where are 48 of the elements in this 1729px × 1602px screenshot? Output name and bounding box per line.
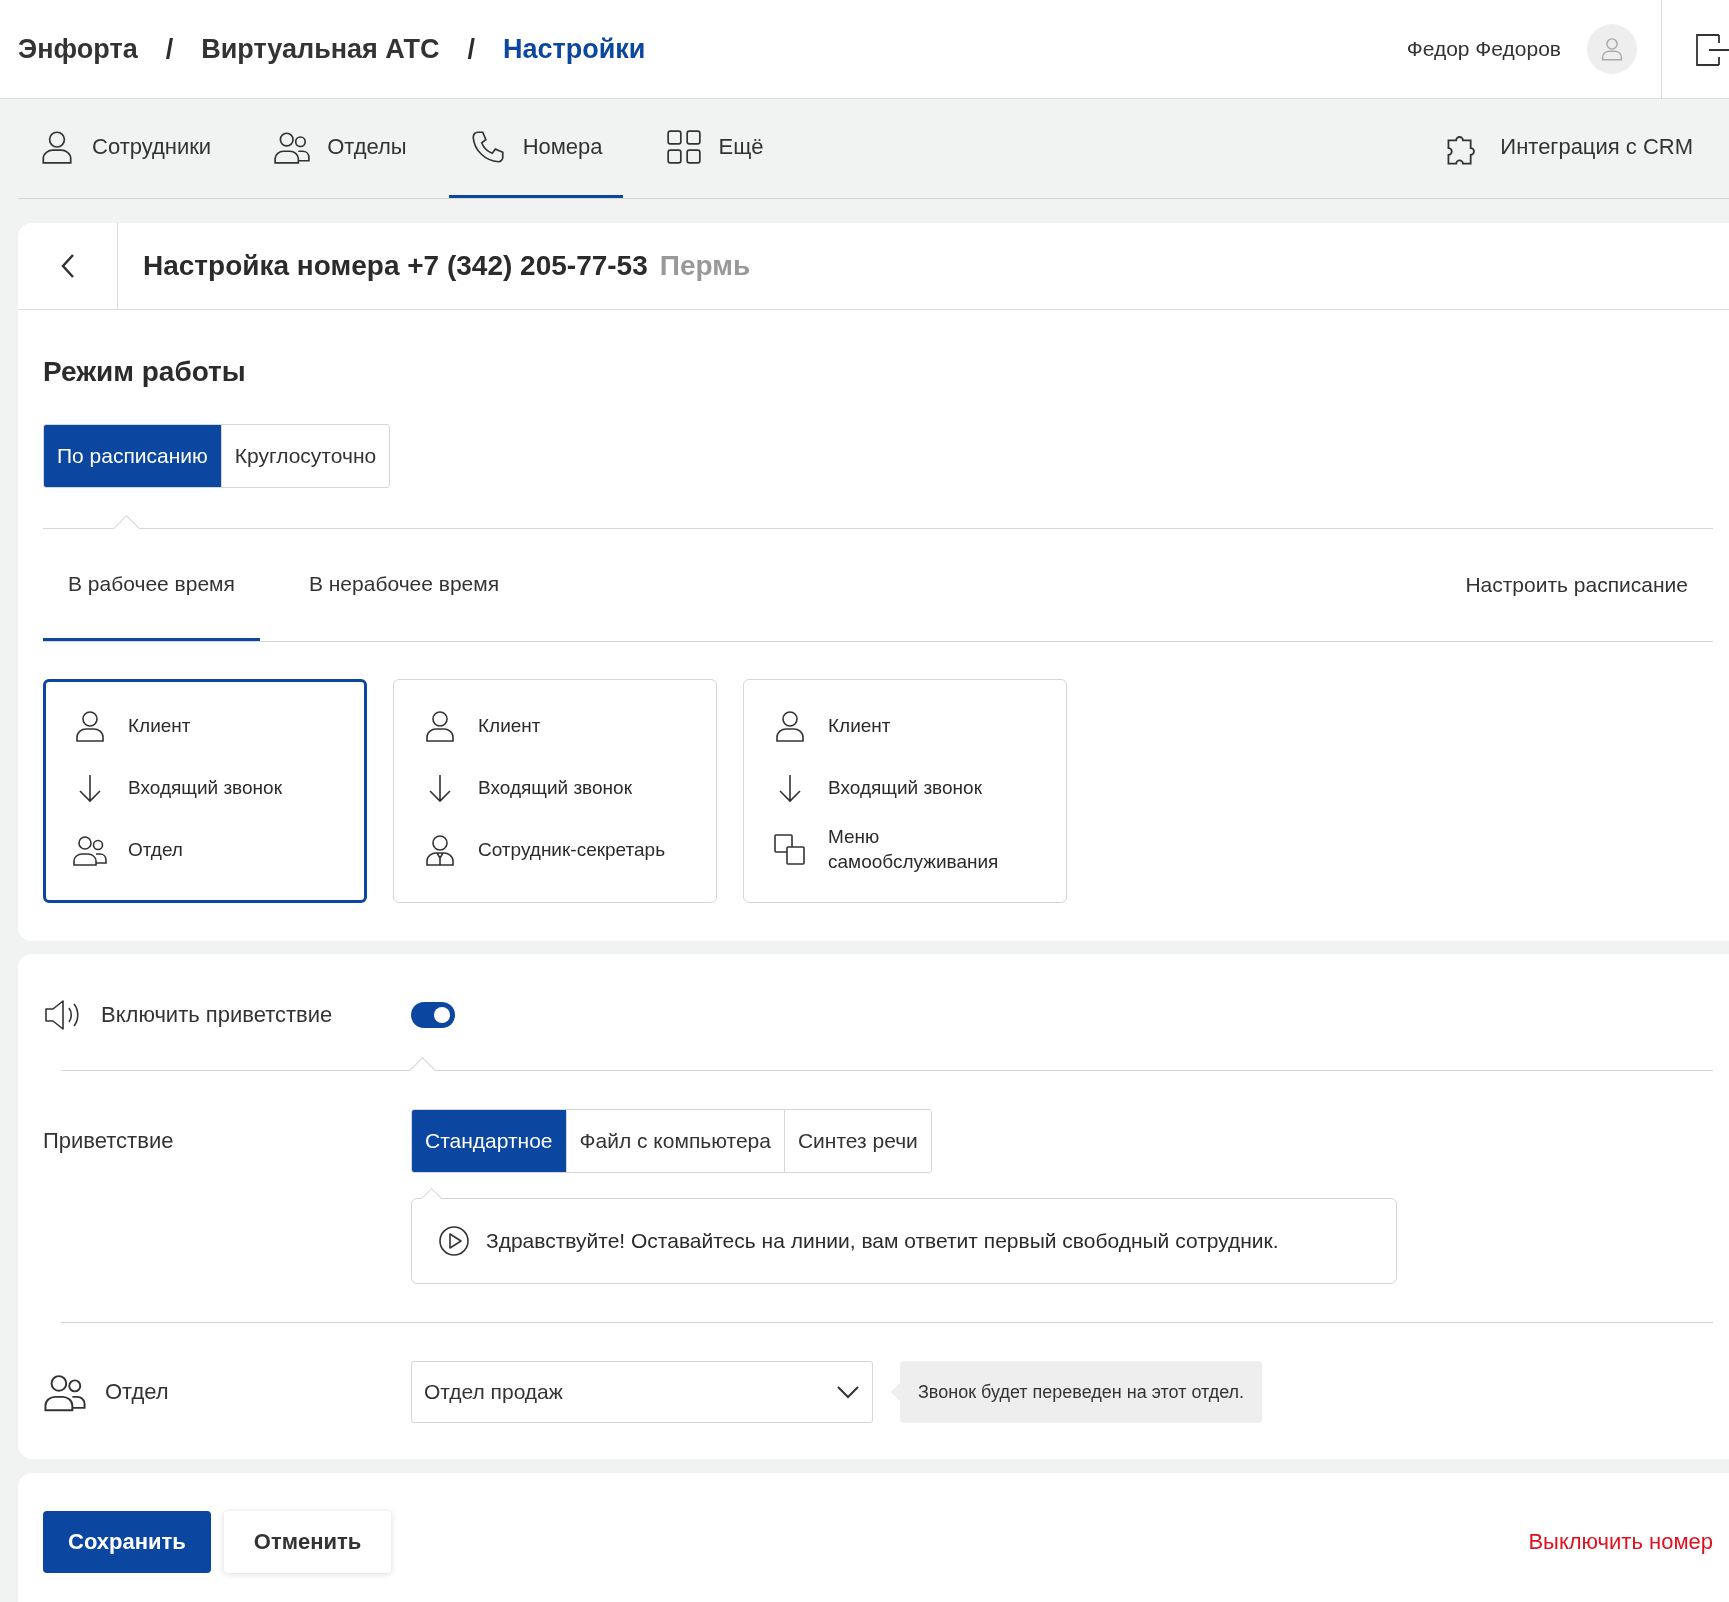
nav-tab[interactable]: Интеграция с CRM [1424,99,1713,198]
save-button[interactable]: Сохранить [43,1511,211,1573]
greeting-option[interactable]: Синтез речи [783,1110,931,1172]
nav-tab[interactable]: Номера [448,99,623,198]
greeting-message: Здравствуйте! Оставайтесь на линии, вам ответит первый свободный сотрудник. [486,1229,1279,1253]
greeting-label: Приветствие [43,1128,174,1154]
scenario-card[interactable]: Клиент Входящий звонок Меню самообслуживания [743,679,1067,903]
scenario-card[interactable]: Клиент Входящий звонок Отдел [43,679,367,903]
logout-icon [1693,31,1729,67]
department-select[interactable]: Отдел продаж [411,1361,873,1423]
grid-icon [664,128,703,166]
schedule-link[interactable]: Настроить расписание [1465,573,1713,597]
nav-tab[interactable]: Сотрудники [18,99,232,198]
scenario-card[interactable]: Клиент Входящий звонок Сотрудник-секретарь [393,679,717,903]
breadcrumb-link[interactable]: Настройки [502,33,646,65]
time-tab[interactable]: В нерабочее время [283,529,525,641]
mode-option[interactable]: Круглосуточно [220,425,390,487]
step-label: Клиент [478,713,542,738]
step-label: Входящий звонок [128,775,283,800]
breadcrumb-separator: / [165,33,174,65]
step-label: Отдел [128,837,184,862]
step-label: Меню самообслуживания [828,825,1000,874]
mode-option[interactable]: По расписанию [44,425,221,487]
greeting-toggle[interactable] [411,1002,455,1028]
hint-tooltip: Звонок будет переведен на этот отдел. [900,1361,1263,1423]
step-label: Клиент [128,713,192,738]
nav-tab[interactable]: Ещё [644,99,784,198]
step-label: Входящий звонок [828,775,983,800]
breadcrumb-separator: / [467,33,475,65]
toggle-label: Включить приветствие [101,1002,333,1028]
step-label: Сотрудник-секретарь [478,837,667,862]
greeting-option[interactable]: Стандартное [412,1110,566,1172]
caret-icon [836,1385,860,1399]
department-label: Отдел [105,1379,169,1405]
breadcrumb-link[interactable]: Энфорта [18,33,138,65]
cancel-button[interactable]: Отменить [223,1511,392,1573]
step-label: Входящий звонок [478,775,633,800]
breadcrumb-link[interactable]: Виртуальная АТС [201,33,440,65]
disable-number-link[interactable]: Выключить номер [1528,1511,1713,1573]
nav-tab[interactable]: Отделы [253,99,427,198]
city-label: Пермь [659,250,751,282]
step-label: Клиент [828,713,892,738]
user-name: Федор Федоров [1406,37,1561,61]
play-icon[interactable] [438,1225,470,1257]
logout-button[interactable] [1661,0,1729,98]
section-title: Режим работы [43,356,247,388]
time-tab[interactable]: В рабочее время [43,529,260,641]
page-title: Настройка номера +7 (342) 205-77-53 [143,250,648,282]
